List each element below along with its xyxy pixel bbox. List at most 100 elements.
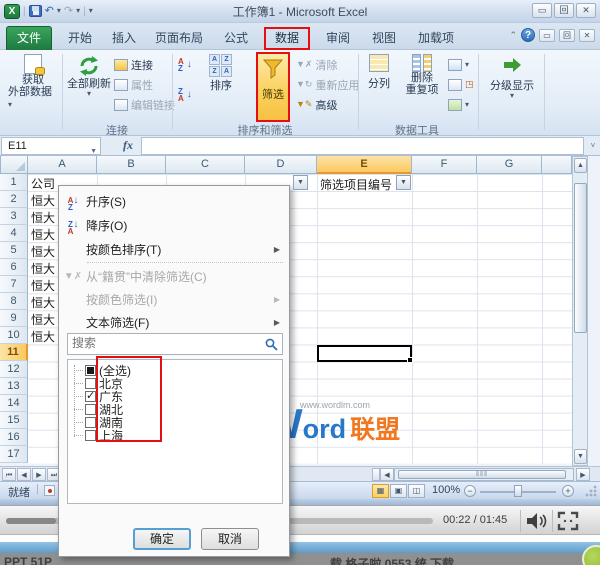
cell-a1[interactable]: 公司 xyxy=(31,175,57,192)
help-icon[interactable]: ? xyxy=(521,28,535,42)
horizontal-scrollbar[interactable]: ⦀⦀⦀ xyxy=(394,468,574,481)
cell-e1[interactable]: 筛选项目编号 xyxy=(320,176,398,193)
get-external-data-button[interactable]: 获取 外部数据 ▾ xyxy=(8,54,58,110)
row-header-14[interactable]: 14 xyxy=(0,395,28,412)
properties-button[interactable]: 属性 xyxy=(114,76,153,93)
row-header-15[interactable]: 15 xyxy=(0,412,28,429)
vertical-scrollbar[interactable]: ▲ ▼ xyxy=(572,156,588,466)
data-validation-button[interactable]: ▾ xyxy=(448,56,469,73)
row-header-10[interactable]: 10 xyxy=(0,327,28,344)
filter-arrow-d1[interactable]: ▼ xyxy=(293,175,308,190)
edit-links-button[interactable]: 编辑链接 xyxy=(114,96,175,113)
row-header-3[interactable]: 3 xyxy=(0,208,28,225)
filter-search-box[interactable] xyxy=(67,333,283,355)
column-header-g[interactable]: G xyxy=(477,156,542,174)
minimize-doc-button[interactable]: ▭ xyxy=(539,29,555,42)
tab-file[interactable]: 文件 xyxy=(6,26,52,50)
active-cell-e11[interactable] xyxy=(317,345,412,362)
normal-view-button[interactable]: ▦ xyxy=(372,484,389,498)
remove-duplicates-button[interactable]: 删除 重复项 xyxy=(400,54,444,96)
page-break-view-button[interactable]: ◫ xyxy=(408,484,425,498)
close-button[interactable]: ✕ xyxy=(576,3,596,18)
clear-filter-button[interactable]: ▼✗ 清除 xyxy=(296,56,337,73)
row-header-13[interactable]: 13 xyxy=(0,378,28,395)
resize-grip[interactable] xyxy=(584,484,598,498)
tab-addins[interactable]: 加载项 xyxy=(410,27,462,50)
row-header-9[interactable]: 9 xyxy=(0,310,28,327)
row-header-8[interactable]: 8 xyxy=(0,293,28,310)
cell-a2[interactable]: 恒大 xyxy=(31,192,57,209)
select-all-corner[interactable] xyxy=(0,156,28,174)
column-header-b[interactable]: B xyxy=(97,156,166,174)
column-header-c[interactable]: C xyxy=(166,156,245,174)
refresh-all-button[interactable]: 全部刷新 ▾ xyxy=(66,54,112,98)
row-header-11[interactable]: 11 xyxy=(0,344,28,361)
formula-input[interactable] xyxy=(141,137,584,155)
filter-arrow-e1[interactable]: ▼ xyxy=(396,175,411,190)
tab-view[interactable]: 视图 xyxy=(364,27,404,50)
cell-a8[interactable]: 恒大 xyxy=(31,294,57,311)
cell-a6[interactable]: 恒大 xyxy=(31,260,57,277)
column-header-a[interactable]: A xyxy=(28,156,97,174)
menu-item-clear-filter[interactable]: ▼✗ 从“籍贯”中清除筛选(C) xyxy=(60,265,288,288)
vertical-scroll-thumb[interactable] xyxy=(574,183,587,333)
column-header-partial[interactable] xyxy=(542,156,572,174)
tab-insert[interactable]: 插入 xyxy=(104,27,144,50)
checkbox-unchecked-icon[interactable] xyxy=(85,378,96,389)
zoom-level[interactable]: 100% xyxy=(432,484,460,496)
cell-a4[interactable]: 恒大 xyxy=(31,226,57,243)
row-header-5[interactable]: 5 xyxy=(0,242,28,259)
sort-button[interactable]: AZZA 排序 xyxy=(202,54,240,92)
tab-review[interactable]: 审阅 xyxy=(318,27,358,50)
fx-icon[interactable]: fx xyxy=(123,138,133,153)
expand-formula-bar-icon[interactable]: ˅ xyxy=(586,141,600,150)
first-sheet-icon[interactable]: ⏮ xyxy=(2,468,16,481)
checkbox-checked-icon[interactable] xyxy=(85,391,96,402)
close-doc-button[interactable]: ✕ xyxy=(579,29,595,42)
consolidate-button[interactable]: ◳ xyxy=(448,76,474,93)
name-box[interactable]: E11 ▼ xyxy=(1,137,101,155)
text-to-columns-button[interactable]: 分列 xyxy=(362,54,396,90)
zoom-in-icon[interactable]: + xyxy=(562,485,574,497)
menu-item-sort-by-color[interactable]: 按颜色排序(T) ▶ xyxy=(60,238,288,261)
hscroll-right-icon[interactable]: ▶ xyxy=(576,468,590,481)
outline-button[interactable]: 分级显示 ▾ xyxy=(486,54,538,100)
column-header-f[interactable]: F xyxy=(412,156,477,174)
zoom-slider-thumb[interactable] xyxy=(514,485,522,497)
hscroll-left-icon[interactable]: ◀ xyxy=(380,468,394,481)
row-header-1[interactable]: 1 xyxy=(0,174,28,191)
sort-ascending-button[interactable]: AZ↓ xyxy=(178,56,192,73)
filter-button-highlighted[interactable]: 筛选 xyxy=(256,52,290,122)
checkbox-unchecked-icon[interactable] xyxy=(85,430,96,441)
collapse-ribbon-icon[interactable]: ⌃ xyxy=(509,30,517,41)
next-sheet-icon[interactable]: ▶ xyxy=(32,468,46,481)
cancel-button[interactable]: 取消 xyxy=(201,528,259,550)
minimize-button[interactable]: ▭ xyxy=(532,3,552,18)
column-header-d[interactable]: D xyxy=(245,156,317,174)
speaker-icon[interactable] xyxy=(525,511,549,531)
menu-item-sort-ascending[interactable]: AZ↓ 升序(S) xyxy=(60,190,288,213)
horizontal-scroll-thumb[interactable]: ⦀⦀⦀ xyxy=(398,470,566,479)
column-header-e[interactable]: E xyxy=(317,156,412,174)
what-if-analysis-button[interactable]: ▾ xyxy=(448,96,469,113)
restore-button[interactable]: 回 xyxy=(554,3,574,18)
row-header-4[interactable]: 4 xyxy=(0,225,28,242)
row-header-17[interactable]: 17 xyxy=(0,446,28,463)
row-header-12[interactable]: 12 xyxy=(0,361,28,378)
cell-a10[interactable]: 恒大 xyxy=(31,328,57,345)
menu-item-text-filters[interactable]: 文本筛选(F) ▶ xyxy=(60,311,288,334)
row-header-2[interactable]: 2 xyxy=(0,191,28,208)
cell-a5[interactable]: 恒大 xyxy=(31,243,57,260)
checkbox-unchecked-icon[interactable] xyxy=(85,417,96,428)
tab-home[interactable]: 开始 xyxy=(60,27,100,50)
advanced-filter-button[interactable]: ▼✎ 高级 xyxy=(296,96,337,113)
row-header-16[interactable]: 16 xyxy=(0,429,28,446)
reapply-button[interactable]: ▼↻ 重新应用 xyxy=(296,76,359,93)
cell-a3[interactable]: 恒大 xyxy=(31,209,57,226)
search-input[interactable] xyxy=(68,334,254,352)
connections-button[interactable]: 连接 xyxy=(114,56,153,73)
row-header-7[interactable]: 7 xyxy=(0,276,28,293)
scroll-down-icon[interactable]: ▼ xyxy=(574,449,587,464)
macro-record-icon[interactable] xyxy=(44,485,55,496)
prev-sheet-icon[interactable]: ◀ xyxy=(17,468,31,481)
